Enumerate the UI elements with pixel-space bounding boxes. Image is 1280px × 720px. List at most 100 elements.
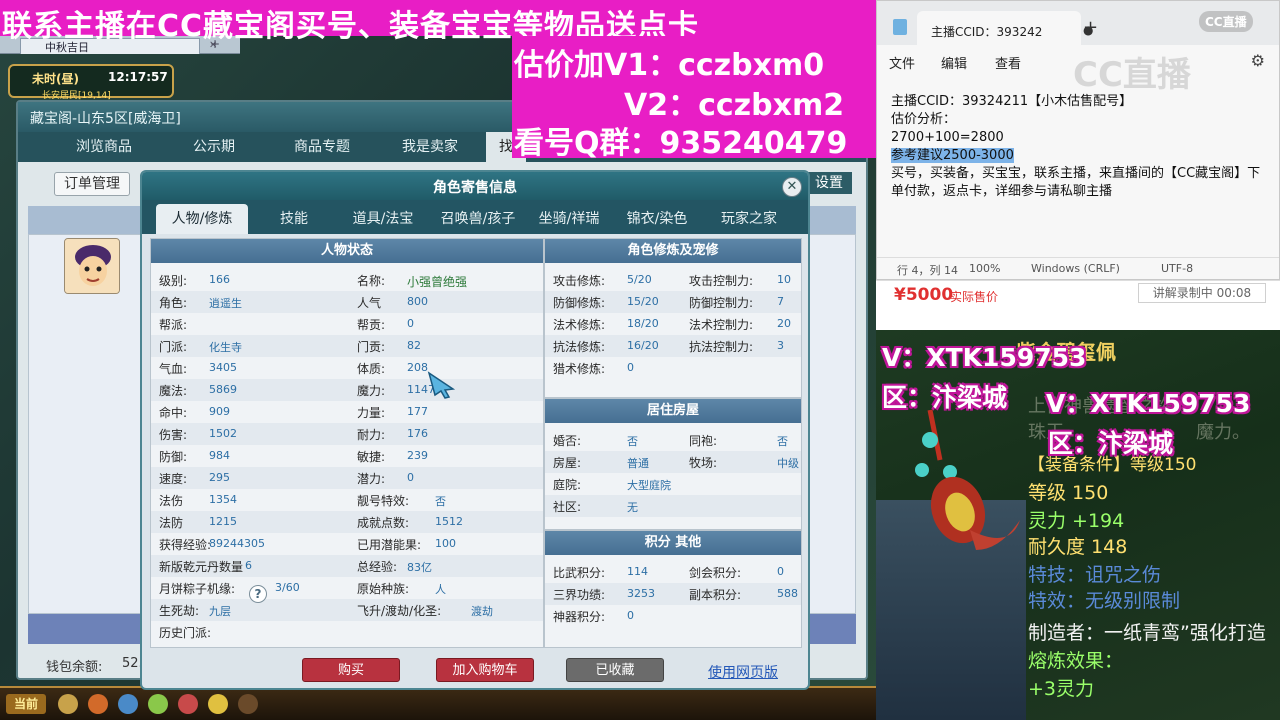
menu-edit[interactable]: 编辑 bbox=[941, 53, 967, 72]
price-strip: ¥5000 实际售价 讲解录制中 00:08 bbox=[876, 280, 1280, 330]
status-label: 速度: bbox=[159, 472, 188, 486]
hud-shortcut-icon[interactable] bbox=[178, 694, 198, 714]
field-value: 否 bbox=[627, 435, 638, 448]
hud-shortcut-icon[interactable] bbox=[58, 694, 78, 714]
contact-qq-group: 看号Q群：935240479 bbox=[514, 126, 848, 161]
menu-file[interactable]: 文件 bbox=[889, 53, 915, 72]
status-label: 靓号特效: bbox=[357, 494, 410, 508]
cursor-position: 行 4，列 14 bbox=[897, 264, 958, 277]
field-value: 5/20 bbox=[627, 273, 652, 286]
status-row: 门派: 化生寺 门贡: 82 bbox=[151, 335, 543, 357]
tab-browse[interactable]: 浏览商品 bbox=[50, 132, 158, 162]
status-row: 生死劫: 九层 飞升/渡劫/化圣: 渡劫 bbox=[151, 599, 543, 621]
field-value: 大型庭院 bbox=[627, 479, 671, 492]
status-value: 1502 bbox=[209, 427, 237, 440]
field-label: 神器积分: bbox=[553, 610, 606, 624]
settings-button[interactable]: 设置 bbox=[806, 172, 852, 194]
status-value: 100 bbox=[435, 537, 456, 550]
status-label: 飞升/渡劫/化圣: bbox=[357, 604, 442, 618]
status-value: 6 bbox=[245, 559, 252, 572]
status-label: 成就点数: bbox=[357, 516, 410, 530]
item-special-effect: 特效：无级别限制 bbox=[1028, 590, 1181, 612]
menu-view[interactable]: 查看 bbox=[995, 53, 1021, 72]
hud-shortcut-icon[interactable] bbox=[148, 694, 168, 714]
status-label: 角色: bbox=[159, 296, 188, 310]
status-value: 5869 bbox=[209, 383, 237, 396]
game-client: 中秋吉日 ✕ + 未时(昼) 12:17:57 长安居民[19,14] 藏宝阁-… bbox=[0, 0, 876, 720]
field-label: 比武积分: bbox=[553, 566, 606, 580]
status-label: 获得经验: bbox=[159, 538, 212, 552]
favorited-button[interactable]: 已收藏 bbox=[566, 658, 664, 682]
status-label: 力量: bbox=[357, 406, 386, 420]
status-value: 渡劫 bbox=[471, 605, 493, 618]
field-label: 社区: bbox=[553, 500, 582, 514]
tab-items[interactable]: 道具/法宝 bbox=[338, 204, 428, 234]
status-label: 防御: bbox=[159, 450, 188, 464]
status-label: 体质: bbox=[357, 362, 386, 376]
field-value: 588 bbox=[777, 587, 798, 600]
field-label: 法术控制力: bbox=[689, 318, 754, 332]
tab-pets[interactable]: 召唤兽/孩子 bbox=[430, 204, 526, 234]
status-label: 级别: bbox=[159, 274, 188, 288]
dialog-title: 角色寄售信息 bbox=[433, 180, 517, 196]
tab-public[interactable]: 公示期 bbox=[160, 132, 268, 162]
hud-shortcut-icon[interactable] bbox=[208, 694, 228, 714]
tab-character[interactable]: 人物/修炼 bbox=[156, 204, 248, 234]
text-line: 主播CCID：39324211【小木估售配号】 bbox=[891, 94, 1133, 109]
status-label: 帮贡: bbox=[357, 318, 386, 332]
field-label: 剑会积分: bbox=[689, 566, 742, 580]
status-rows: 级别: 166 名称: 小强曾绝强 角色: 逍遥生 人气 800 帮派: 帮贡: 0 门派: 化生寺 门贡… bbox=[151, 269, 543, 643]
status-row: 伤害: 1502 耐力: 176 bbox=[151, 423, 543, 445]
status-row: 法伤 1354 靓号特效: 否 bbox=[151, 489, 543, 511]
cultivation-row: 防御修炼: 15/20 防御控制力: 7 bbox=[545, 291, 801, 313]
gear-icon[interactable]: ⚙ bbox=[1251, 51, 1265, 70]
status-label: 生死劫: bbox=[159, 604, 200, 618]
status-value: 1354 bbox=[209, 493, 237, 506]
channel-current[interactable]: 当前 bbox=[6, 694, 46, 714]
house-row: 婚否: 否 同袍: 否 bbox=[545, 429, 801, 451]
hud-shortcut-icon[interactable] bbox=[238, 694, 258, 714]
tab-outfits[interactable]: 锦衣/染色 bbox=[614, 204, 700, 234]
hud-shortcut-icon[interactable] bbox=[118, 694, 138, 714]
status-label: 伤害: bbox=[159, 428, 188, 442]
clock-period: 未时(昼) bbox=[32, 72, 79, 86]
tab-topics[interactable]: 商品专题 bbox=[268, 132, 376, 162]
status-label: 帮派: bbox=[159, 318, 188, 332]
status-value: 177 bbox=[407, 405, 428, 418]
status-label: 魔法: bbox=[159, 384, 188, 398]
field-label: 抗法修炼: bbox=[553, 340, 606, 354]
watermark: CC直播 bbox=[1073, 55, 1191, 95]
status-label: 命中: bbox=[159, 406, 188, 420]
hud-shortcut-icon[interactable] bbox=[88, 694, 108, 714]
buy-button[interactable]: 购买 bbox=[302, 658, 400, 682]
status-label: 名称: bbox=[357, 274, 386, 288]
status-label: 门派: bbox=[159, 340, 188, 354]
web-version-link[interactable]: 使用网页版 bbox=[708, 662, 778, 682]
add-to-cart-button[interactable]: 加入购物车 bbox=[436, 658, 534, 682]
tab-seller[interactable]: 我是卖家 bbox=[376, 132, 484, 162]
line-ending: Windows (CRLF) bbox=[1031, 262, 1120, 275]
notepad-tab[interactable]: 主播CCID：393242 ● bbox=[917, 11, 1093, 47]
tab-mounts[interactable]: 坐骑/祥瑞 bbox=[526, 204, 612, 234]
status-value: 3405 bbox=[209, 361, 237, 374]
tab-skills[interactable]: 技能 bbox=[254, 204, 334, 234]
field-label: 房屋: bbox=[553, 456, 582, 470]
status-row: 魔法: 5869 魔力: 1147 bbox=[151, 379, 543, 401]
notepad-tab-title: 主播CCID：393242 bbox=[931, 25, 1043, 39]
text-line: 买号，买装备，买宝宝，联系主播，来直播间的【CC藏宝阁】下单付款，返点卡，详细参… bbox=[891, 166, 1261, 199]
add-tab-icon[interactable]: + bbox=[1083, 17, 1098, 38]
status-row: 级别: 166 名称: 小强曾绝强 bbox=[151, 269, 543, 291]
status-row: 月饼粽子机缘: 3/60 原始种族: 人 bbox=[151, 577, 543, 599]
recording-status: 讲解录制中 00:08 bbox=[1138, 283, 1266, 303]
notepad-text[interactable]: 主播CCID：39324211【小木估售配号】 估价分析： 2700+100=2… bbox=[891, 93, 1273, 201]
field-label: 婚否: bbox=[553, 434, 582, 448]
status-label: 敏捷: bbox=[357, 450, 386, 464]
order-management-button[interactable]: 订单管理 bbox=[54, 172, 130, 196]
status-label: 总经验: bbox=[357, 560, 398, 574]
tab-home[interactable]: 玩家之家 bbox=[704, 204, 794, 234]
close-icon[interactable]: ✕ bbox=[782, 177, 802, 197]
status-value: 1512 bbox=[435, 515, 463, 528]
house-row: 房屋: 普通 牧场: 中级 bbox=[545, 451, 801, 473]
help-icon[interactable]: ? bbox=[249, 585, 267, 603]
zoom-level: 100% bbox=[969, 262, 1001, 275]
